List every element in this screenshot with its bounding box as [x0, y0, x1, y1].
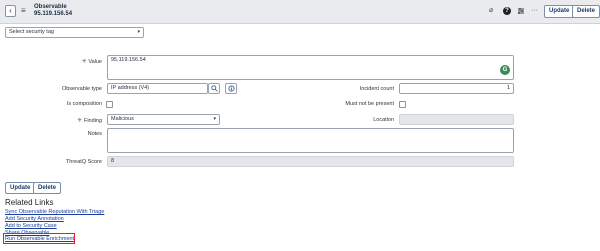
- is-composition-label: Is composition: [66, 101, 102, 107]
- threatq-score-label: ThreatQ Score: [65, 159, 102, 165]
- finding-label: ✳ Finding: [77, 118, 102, 124]
- value-field[interactable]: 95.119.156.54: [107, 55, 514, 80]
- finding-select[interactable]: Malicious ▾: [107, 114, 220, 125]
- delete-button[interactable]: Delete: [572, 5, 600, 18]
- update-button-footer[interactable]: Update: [5, 182, 36, 194]
- incident-count-value: 1: [506, 85, 510, 91]
- page-subtitle: 95.119.156.54: [34, 11, 73, 17]
- related-link[interactable]: Sync Observable Reputation With Triage: [5, 209, 104, 215]
- notes-field[interactable]: [107, 128, 514, 153]
- attachment-icon[interactable]: ⌀: [489, 7, 493, 15]
- back-icon: ‹: [9, 6, 12, 15]
- threatq-score-field: 8: [107, 156, 514, 167]
- help-icon[interactable]: ?: [503, 7, 511, 15]
- is-composition-checkbox[interactable]: [106, 101, 113, 108]
- related-link[interactable]: Add Security Annotation: [5, 216, 64, 222]
- location-label: Location: [373, 117, 394, 123]
- update-button[interactable]: Update: [544, 5, 575, 18]
- highlight-box: [3, 233, 75, 244]
- activity-icon[interactable]: [517, 7, 525, 18]
- must-not-be-present-checkbox[interactable]: [399, 101, 406, 108]
- search-icon[interactable]: [208, 83, 220, 94]
- security-tag-placeholder: Select security tag: [9, 29, 54, 35]
- finding-value: Malicious: [111, 116, 134, 122]
- chevron-down-icon: ▾: [137, 29, 140, 35]
- observable-type-value: IP address (V4): [111, 85, 150, 91]
- form-header: ‹ ≡ Observable 95.119.156.54 ⌀ ? ··· Upd…: [0, 0, 600, 24]
- chevron-down-icon: ▾: [213, 116, 216, 122]
- grammarly-icon[interactable]: G: [500, 65, 510, 75]
- delete-button-footer[interactable]: Delete: [33, 182, 62, 194]
- location-field: [399, 114, 514, 125]
- incident-count-label: Incident count: [359, 86, 394, 92]
- related-link[interactable]: Add to Security Case: [5, 223, 57, 229]
- mandatory-icon: ✳: [77, 118, 84, 124]
- threatq-score-value: 8: [111, 158, 115, 164]
- back-button[interactable]: ‹: [5, 5, 16, 17]
- page-title: Observable: [34, 4, 67, 10]
- info-icon[interactable]: [225, 83, 237, 94]
- incident-count-field[interactable]: 1: [399, 83, 514, 94]
- must-not-be-present-label: Must not be present: [345, 101, 394, 107]
- notes-label: Notes: [87, 131, 102, 137]
- menu-icon[interactable]: ≡: [21, 6, 26, 16]
- observable-type-label: Observable type: [61, 86, 102, 92]
- more-icon[interactable]: ···: [531, 7, 538, 15]
- related-links-title: Related Links: [5, 198, 54, 207]
- value-text: 95.119.156.54: [111, 57, 146, 63]
- value-label: ✳ Value: [81, 59, 102, 65]
- security-tag-select[interactable]: Select security tag ▾: [5, 27, 144, 38]
- observable-type-field[interactable]: IP address (V4): [107, 83, 208, 94]
